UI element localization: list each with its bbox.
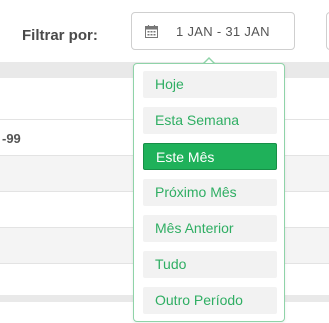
option-esta-semana[interactable]: Esta Semana xyxy=(143,107,277,134)
option-mes-anterior[interactable]: Mês Anterior xyxy=(143,215,277,242)
date-range-text: 1 JAN - 31 JAN xyxy=(176,24,270,39)
calendar-icon xyxy=(145,25,158,38)
table-cell: -99 xyxy=(2,131,21,146)
date-filter-dropdown: Hoje Esta Semana Este Mês Próximo Mês Mê… xyxy=(133,63,285,322)
option-tudo[interactable]: Tudo xyxy=(143,251,277,278)
option-hoje[interactable]: Hoje xyxy=(143,71,277,98)
filter-bar: Filtrar por: 1 JAN - 31 JAN xyxy=(0,0,329,70)
option-outro-periodo[interactable]: Outro Período xyxy=(143,287,277,314)
date-range-button[interactable]: 1 JAN - 31 JAN xyxy=(131,12,295,50)
filter-label: Filtrar por: xyxy=(22,27,98,44)
option-proximo-mes[interactable]: Próximo Mês xyxy=(143,179,277,206)
option-este-mes[interactable]: Este Mês xyxy=(143,143,277,170)
